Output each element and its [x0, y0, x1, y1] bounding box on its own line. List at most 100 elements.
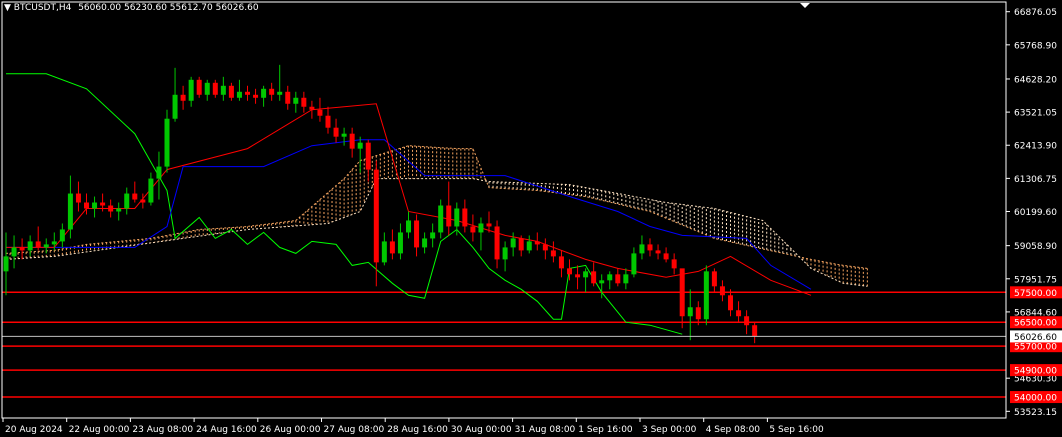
candle-body	[711, 271, 717, 287]
ichimoku-cloud	[5, 145, 868, 287]
candle-body	[534, 241, 540, 245]
candle-body	[430, 232, 436, 239]
candle-body	[180, 94, 186, 101]
candle-body	[309, 106, 315, 110]
level-price-label: 55700.00	[1014, 343, 1057, 353]
time-tick-label: 31 Aug 08:00	[515, 425, 576, 435]
candle-body	[575, 274, 581, 278]
price-axis[interactable]: 66876.05 65768.90 64628.20 63521.05 62413.90…	[2, 8, 1062, 418]
candle-body	[615, 274, 621, 284]
candle-body	[341, 133, 347, 137]
candle-body	[502, 247, 508, 260]
price-tick-label: 53523.15	[1014, 408, 1057, 418]
candles	[3, 64, 758, 344]
candle-body	[736, 310, 742, 317]
candle-body	[550, 250, 556, 257]
candle-body	[583, 271, 589, 278]
candle-body	[365, 142, 371, 170]
level-price-label: 57500.00	[1014, 289, 1057, 299]
time-tick-label: 24 Aug 16:00	[196, 425, 257, 435]
ohlc-values: 56060.00 56230.60 55612.70 56026.60	[78, 3, 259, 13]
candle-body	[438, 205, 444, 233]
candle-body	[253, 94, 259, 98]
candle-body	[462, 208, 468, 227]
time-tick-label: 26 Aug 00:00	[260, 425, 321, 435]
candle-body	[526, 241, 532, 251]
level-price-label: 54000.00	[1014, 394, 1057, 404]
candle-body	[132, 193, 138, 200]
chart-window[interactable]: 66876.05 65768.90 64628.20 63521.05 62413.90…	[0, 0, 1062, 437]
chart-header: ▼ BTCUSDT,H4 56060.00 56230.60 55612.70 …	[4, 3, 259, 13]
time-tick-label: 1 Sep 16:00	[578, 425, 633, 435]
candle-body	[470, 226, 476, 233]
candle-body	[695, 307, 701, 320]
candle-body	[389, 241, 395, 254]
candle-body	[212, 82, 218, 95]
candle-body	[558, 256, 564, 269]
price-tick-label: 59058.90	[1014, 242, 1057, 252]
candle-body	[84, 202, 89, 209]
candle-body	[204, 82, 210, 95]
candle-body	[11, 247, 17, 257]
candle-body	[156, 166, 162, 179]
shift-marker-icon[interactable]	[800, 3, 810, 8]
level-price-label: 56500.00	[1014, 319, 1057, 329]
candle-body	[719, 286, 725, 296]
price-chart[interactable]: 66876.05 65768.90 64628.20 63521.05 62413.90…	[0, 0, 1062, 437]
candle-body	[172, 94, 178, 119]
candle-body	[607, 274, 613, 281]
candle-body	[623, 274, 629, 284]
candle-body	[599, 280, 605, 284]
candle-body	[510, 238, 516, 248]
price-tick-label: 66876.05	[1014, 8, 1057, 18]
candle-body	[285, 91, 291, 104]
price-tick-label: 57951.75	[1014, 275, 1057, 285]
candle-body	[59, 229, 65, 242]
candle-body	[164, 118, 170, 167]
candle-body	[671, 259, 677, 269]
candle-body	[196, 79, 202, 95]
candle-body	[591, 271, 597, 284]
candle-body	[124, 193, 130, 209]
price-tick-label: 63521.05	[1014, 109, 1057, 119]
candle-body	[3, 256, 9, 272]
candle-body	[542, 244, 548, 251]
candle-body	[269, 88, 275, 95]
candle-body	[148, 178, 154, 203]
candle-body	[188, 79, 194, 101]
candle-body	[631, 253, 637, 275]
candle-body	[567, 268, 572, 275]
candle-body	[245, 91, 250, 95]
candle-body	[446, 205, 452, 227]
time-axis[interactable]: 20 Aug 2024 22 Aug 00:00 23 Aug 08:00 24 Au…	[2, 418, 824, 435]
candle-body	[357, 142, 363, 149]
dropdown-triangle-icon[interactable]: ▼	[4, 3, 11, 13]
symbol-label: BTCUSDT,H4	[13, 3, 72, 13]
price-tick-label: 61306.75	[1014, 175, 1057, 185]
candle-body	[236, 91, 242, 98]
candle-body	[414, 220, 420, 248]
price-tick-label: 64628.20	[1014, 75, 1057, 85]
candle-body	[19, 247, 25, 251]
candle-body	[228, 85, 234, 98]
candle-body	[647, 244, 653, 251]
candle-body	[301, 97, 307, 107]
candle-body	[728, 295, 733, 311]
candle-body	[406, 220, 411, 233]
time-tick-label: 22 Aug 00:00	[69, 425, 130, 435]
candle-body	[108, 205, 114, 212]
price-tick-label: 60199.60	[1014, 208, 1057, 218]
candle-body	[752, 325, 758, 337]
horizontal-levels	[2, 291, 1006, 398]
price-tick-label: 62413.90	[1014, 142, 1057, 152]
candle-body	[397, 232, 403, 254]
chart-frame	[1, 1, 1007, 419]
candle-body	[43, 244, 49, 248]
candle-body	[220, 85, 226, 95]
candle-body	[67, 193, 73, 230]
candle-body	[293, 97, 299, 104]
candle-body	[75, 193, 81, 203]
candle-body	[373, 169, 379, 263]
candle-body	[679, 268, 685, 317]
candle-body	[494, 226, 500, 260]
